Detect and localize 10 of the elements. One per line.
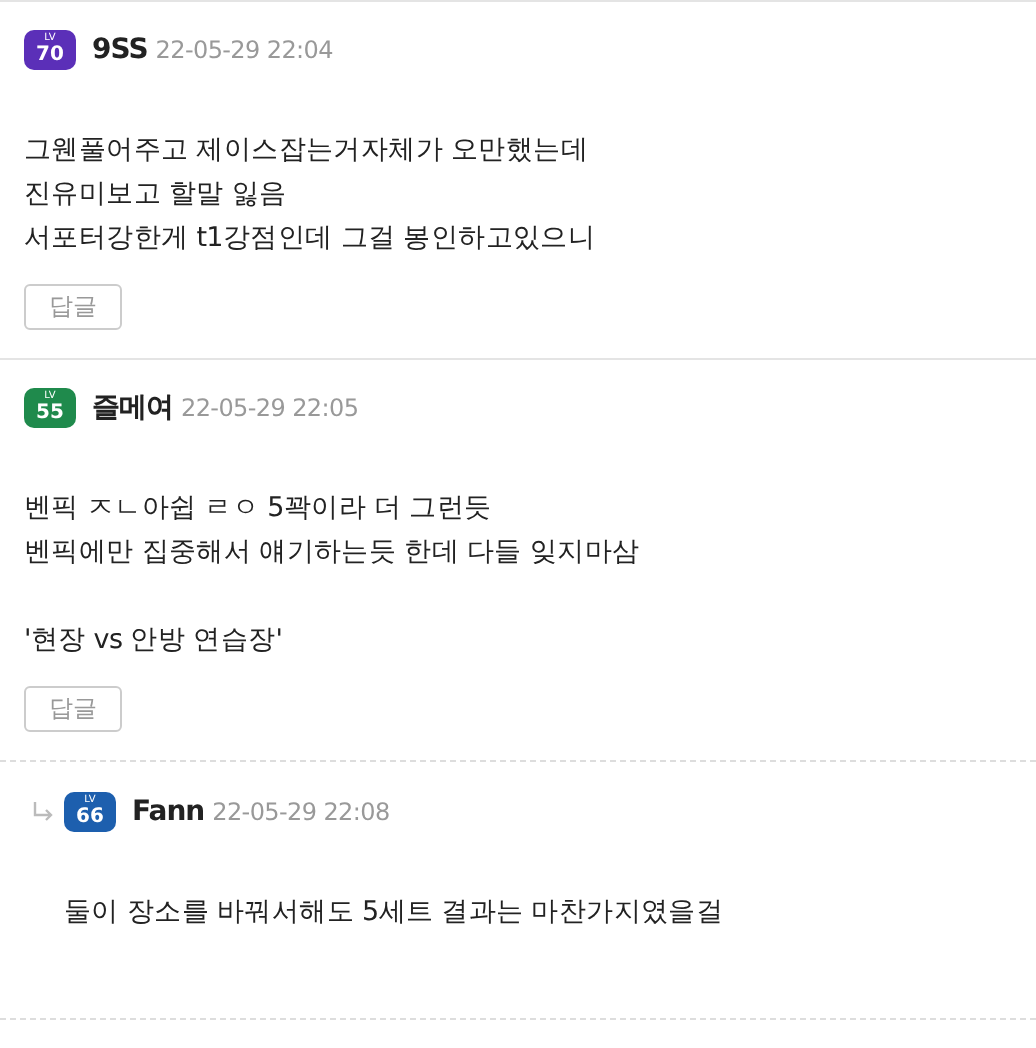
author-name[interactable]: Fann <box>132 796 205 828</box>
author-name[interactable]: 즐메여 <box>92 390 173 426</box>
author-name[interactable]: 9SS <box>92 34 148 66</box>
comment-text: 둘이 장소를 바꿔서해도 5세트 결과는 마찬가지였을걸 <box>62 894 726 932</box>
comment-text: 그웬풀어주고 제이스잡는거자체가 오만했는데 진유미보고 할말 잃음 서포터강한게 t1강점인데 그걸 봉인하고있으니 <box>24 132 598 258</box>
comment-text: 벤픽 ㅈㄴ아쉽 ㄹㅇ 5꽉이라 더 그런듯 벤픽에만 집중해서 얘기하는듯 한데 다들 잊지마삼 '현장 vs 안방 연습장' <box>24 490 642 660</box>
reply-arrow-icon <box>32 802 54 822</box>
timestamp: 22-05-29 22:05 <box>181 394 359 422</box>
timestamp: 22-05-29 22:04 <box>155 36 333 64</box>
timestamp: 22-05-29 22:08 <box>212 798 390 826</box>
